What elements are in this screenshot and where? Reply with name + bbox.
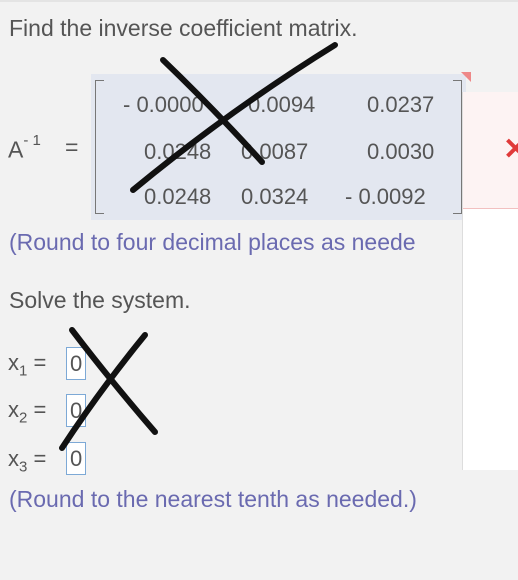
x3-label: x3 =: [8, 446, 47, 476]
feedback-popup: ✕: [462, 92, 518, 470]
matrix-cell-r1c2: 0.0094: [248, 92, 316, 117]
inverse-matrix: - 0.0000 0.0094 0.0237 0.0248 0.0087 0.0…: [91, 72, 471, 220]
matrix-cell-r1c1: - 0.0000: [123, 92, 204, 117]
solve-prompt: Solve the system.: [9, 287, 191, 313]
round-hint-tenth: (Round to the nearest tenth as needed.): [9, 486, 417, 512]
right-bracket: [453, 80, 462, 214]
close-icon[interactable]: ✕: [503, 132, 518, 167]
matrix-cell-r2c3: 0.0030: [367, 139, 435, 164]
matrix-symbol: A: [8, 136, 24, 163]
matrix-cell-r3c1: 0.0248: [144, 184, 212, 209]
flag-marker: [461, 72, 471, 82]
left-bracket: [95, 80, 104, 214]
inverse-prompt: Find the inverse coefficient matrix.: [9, 15, 358, 41]
matrix-equals: =: [65, 134, 79, 160]
x3-input[interactable]: [66, 442, 86, 475]
x2-label: x2 =: [8, 397, 47, 427]
matrix-superscript: - 1: [23, 132, 41, 149]
matrix-label: A- 1: [8, 132, 41, 164]
round-hint-four-decimals: (Round to four decimal places as neede: [9, 229, 416, 255]
matrix-cell-r2c2: 0.0087: [241, 139, 309, 164]
x2-input[interactable]: [66, 394, 86, 427]
matrix-cell-r2c1: 0.0248: [144, 139, 212, 164]
x1-label: x1 =: [8, 350, 47, 380]
x1-input[interactable]: [66, 347, 86, 380]
matrix-cell-r1c3: 0.0237: [367, 92, 435, 117]
popup-header: ✕: [463, 92, 518, 209]
top-divider: [0, 0, 518, 2]
matrix-cell-r3c2: 0.0324: [241, 184, 309, 209]
matrix-cell-r3c3: - 0.0092: [345, 184, 426, 209]
